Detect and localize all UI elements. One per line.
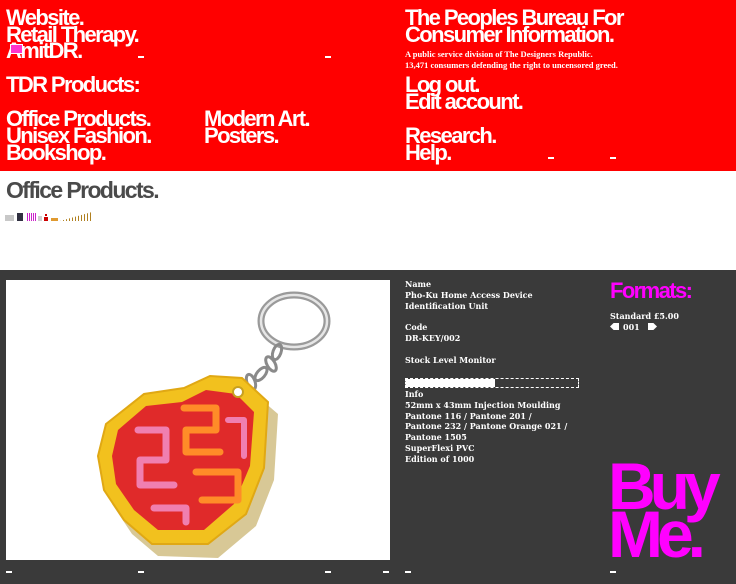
format-standard-label: Standard	[610, 311, 652, 321]
divider-tick	[610, 157, 616, 159]
divider-tick	[138, 56, 144, 58]
section-title: TDR Products:	[6, 72, 141, 97]
stock-level-bar	[405, 378, 579, 388]
divider-tick	[405, 571, 411, 573]
code-label: Code	[405, 322, 428, 333]
divider-tick	[6, 571, 12, 573]
bureau-title-line2[interactable]: Consumer Information.	[405, 24, 615, 46]
product-thumbnail-strip	[5, 211, 95, 223]
info-line: SuperFlexi PVC	[405, 442, 475, 453]
divider-tick	[138, 571, 144, 573]
product-info: Info 52mm x 43mm Injection Moulding Pant…	[405, 389, 595, 465]
info-line: Pantone 1505	[405, 432, 467, 443]
bureau-subtitle-line2: 13,471 consumers defending the right to …	[405, 59, 618, 70]
thumb-icon[interactable]	[51, 218, 58, 221]
thumb-icon[interactable]	[44, 217, 48, 221]
thumb-icon[interactable]	[60, 212, 92, 221]
key-ring-highlight	[259, 293, 329, 349]
product-link-posters[interactable]: Posters.	[204, 125, 280, 147]
thumb-icon[interactable]	[17, 213, 23, 221]
thumb-icon[interactable]	[38, 216, 42, 221]
divider-tick	[610, 571, 616, 573]
info-line: Edition of 1000	[405, 453, 475, 464]
thumb-icon[interactable]	[45, 214, 47, 216]
thumb-icon[interactable]	[5, 215, 14, 221]
keyring-illustration	[96, 291, 331, 558]
edit-account-link[interactable]: Edit account.	[405, 91, 524, 113]
thumb-icon[interactable]	[27, 213, 36, 221]
info-line: Pantone 232 / Pantone Orange 021 /	[405, 421, 568, 432]
divider-tick	[325, 56, 331, 58]
buy-me-button[interactable]: Buy Me.	[608, 453, 721, 571]
bureau-subtitle: A public service division of The Designe…	[405, 49, 618, 70]
info-line: 52mm x 43mm Injection Moulding	[405, 399, 561, 410]
code-value: DR-KEY/002	[405, 332, 461, 343]
help-link[interactable]: Help.	[405, 142, 452, 164]
category-title: Office Products.	[6, 177, 160, 203]
formats-title: Formats:	[610, 278, 693, 303]
product-link-bookshop[interactable]: Bookshop.	[6, 142, 107, 164]
bureau-subtitle-line1: A public service division of The Designe…	[405, 49, 593, 59]
product-details: Name Pho-Ku Home Access Device Identific…	[405, 279, 595, 365]
info-line: Pantone 116 / Pantone 201 /	[405, 410, 532, 421]
info-label: Info	[405, 389, 424, 399]
name-value: Pho-Ku Home Access Device	[405, 289, 533, 300]
divider-tick	[383, 571, 389, 573]
quantity-value: 001	[623, 322, 640, 332]
stock-label: Stock Level Monitor	[405, 354, 496, 365]
format-standard-price: £5.00	[653, 311, 679, 321]
name-value: Identification Unit	[405, 300, 489, 311]
product-image	[6, 280, 390, 560]
keyring-hole	[232, 386, 244, 398]
name-label: Name	[405, 279, 432, 289]
buy-me-line2: Me.	[608, 497, 706, 571]
format-standard: Standard £5.00	[610, 311, 679, 322]
divider-tick	[325, 571, 331, 573]
stock-level-fill	[406, 379, 496, 387]
cart-icon[interactable]	[10, 44, 23, 54]
divider-tick	[548, 157, 554, 159]
